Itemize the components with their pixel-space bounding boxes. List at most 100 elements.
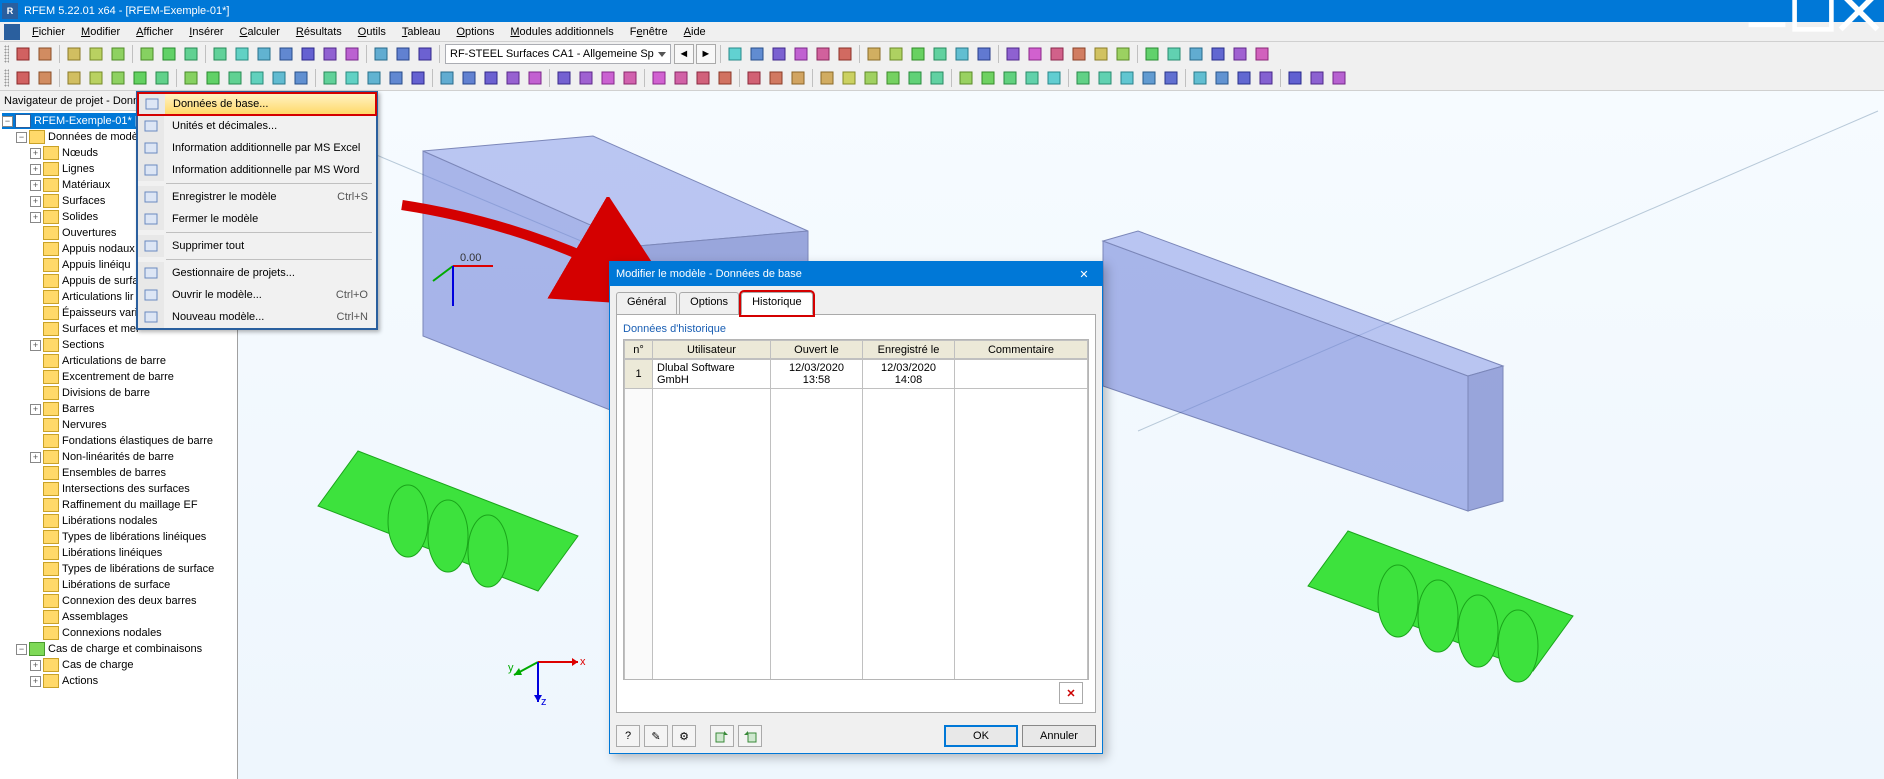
settings-button[interactable]: ⚙ xyxy=(672,725,696,747)
toolbar-button[interactable] xyxy=(1112,43,1134,65)
toolbar-button[interactable] xyxy=(458,67,480,89)
dialog-close-button[interactable]: ✕ xyxy=(1072,264,1096,284)
history-table[interactable]: n° Utilisateur Ouvert le Enregistré le C… xyxy=(623,339,1089,680)
toolbar-button[interactable] xyxy=(297,43,319,65)
tab-options[interactable]: Options xyxy=(679,292,739,314)
toolbar-button[interactable] xyxy=(1072,67,1094,89)
tree-node[interactable]: +Barres xyxy=(2,401,235,417)
edit-button[interactable]: ✎ xyxy=(644,725,668,747)
toolbar-button[interactable] xyxy=(999,67,1021,89)
toolbar-button[interactable] xyxy=(1163,43,1185,65)
export-button[interactable] xyxy=(738,725,762,747)
toolbar-button[interactable] xyxy=(107,43,129,65)
toolbar-button[interactable] xyxy=(1116,67,1138,89)
tree-node[interactable]: +Actions xyxy=(2,673,235,689)
toolbar-button[interactable] xyxy=(1141,43,1163,65)
toolbar-button[interactable] xyxy=(1021,67,1043,89)
toolbar-button[interactable] xyxy=(180,67,202,89)
toolbar-button[interactable] xyxy=(553,67,575,89)
tree-node[interactable]: Raffinement du maillage EF xyxy=(2,497,235,513)
tree-node[interactable]: Types de libérations linéiques xyxy=(2,529,235,545)
tab-general[interactable]: Général xyxy=(616,292,677,314)
menu-modules additionnels[interactable]: Modules additionnels xyxy=(502,24,621,40)
tree-node[interactable]: Libérations linéiques xyxy=(2,545,235,561)
delete-row-button[interactable]: ✕ xyxy=(1059,682,1083,704)
toolbar-button[interactable] xyxy=(575,67,597,89)
toolbar-button[interactable] xyxy=(724,43,746,65)
toolbar-button[interactable] xyxy=(1024,43,1046,65)
col-user[interactable]: Utilisateur xyxy=(653,341,771,359)
import-button[interactable] xyxy=(710,725,734,747)
toolbar-button[interactable] xyxy=(524,67,546,89)
menu-tableau[interactable]: Tableau xyxy=(394,24,449,40)
toolbar-button[interactable] xyxy=(1189,67,1211,89)
dialog-titlebar[interactable]: Modifier le modèle - Données de base ✕ xyxy=(610,262,1102,286)
toolbar-button[interactable] xyxy=(224,67,246,89)
toolbar-button[interactable] xyxy=(787,67,809,89)
toolbar-button[interactable] xyxy=(151,67,173,89)
context-menu-item[interactable]: Information additionnelle par MS Excel xyxy=(138,137,376,159)
context-menu-item[interactable]: Nouveau modèle...Ctrl+N xyxy=(138,306,376,328)
cancel-button[interactable]: Annuler xyxy=(1022,725,1096,747)
toolbar-button[interactable] xyxy=(63,67,85,89)
toolbar-button[interactable] xyxy=(1094,67,1116,89)
context-menu-item[interactable]: Enregistrer le modèleCtrl+S xyxy=(138,186,376,208)
toolbar-button[interactable] xyxy=(370,43,392,65)
toolbar-button[interactable] xyxy=(290,67,312,89)
toolbar-button[interactable] xyxy=(955,67,977,89)
toolbar-button[interactable] xyxy=(648,67,670,89)
tree-node[interactable]: Connexion des deux barres xyxy=(2,593,235,609)
context-menu-item[interactable]: Unités et décimales... xyxy=(138,115,376,137)
toolbar-button[interactable] xyxy=(834,43,856,65)
toolbar-button[interactable] xyxy=(860,67,882,89)
context-menu-item[interactable]: Données de base... xyxy=(138,93,376,115)
toolbar-button[interactable] xyxy=(1306,67,1328,89)
toolbar-button[interactable] xyxy=(907,43,929,65)
tree-node[interactable]: Divisions de barre xyxy=(2,385,235,401)
toolbar-button[interactable] xyxy=(502,67,524,89)
menu-insérer[interactable]: Insérer xyxy=(181,24,231,40)
toolbar-button[interactable] xyxy=(619,67,641,89)
close-button[interactable] xyxy=(1836,0,1882,22)
toolbar-button[interactable] xyxy=(34,67,56,89)
table-row[interactable]: 1 Dlubal Software GmbH 12/03/2020 13:58 … xyxy=(625,360,1088,389)
toolbar-button[interactable] xyxy=(929,43,951,65)
toolbar-button[interactable] xyxy=(319,67,341,89)
menu-fenêtre[interactable]: Fenêtre xyxy=(622,24,676,40)
tree-node[interactable]: Libérations nodales xyxy=(2,513,235,529)
toolbar-button[interactable] xyxy=(746,43,768,65)
toolbar-button[interactable] xyxy=(136,43,158,65)
toolbar-button[interactable] xyxy=(768,43,790,65)
toolbar-button[interactable] xyxy=(597,67,619,89)
toolbar-button[interactable] xyxy=(246,67,268,89)
toolbar-button[interactable] xyxy=(319,43,341,65)
toolbar-button[interactable] xyxy=(1229,43,1251,65)
prev-button[interactable]: ◄ xyxy=(674,44,694,64)
toolbar-button[interactable] xyxy=(714,67,736,89)
tree-node[interactable]: Articulations de barre xyxy=(2,353,235,369)
help-button[interactable]: ? xyxy=(616,725,640,747)
toolbar-button[interactable] xyxy=(363,67,385,89)
tree-node[interactable]: Connexions nodales xyxy=(2,625,235,641)
toolbar-button[interactable] xyxy=(34,43,56,65)
toolbar-button[interactable] xyxy=(1185,43,1207,65)
tree-node[interactable]: Assemblages xyxy=(2,609,235,625)
tree-node[interactable]: Intersections des surfaces xyxy=(2,481,235,497)
toolbar-button[interactable] xyxy=(863,43,885,65)
toolbar-button[interactable] xyxy=(1138,67,1160,89)
toolbar-button[interactable] xyxy=(951,43,973,65)
toolbar-button[interactable] xyxy=(670,67,692,89)
context-menu-item[interactable]: Ouvrir le modèle...Ctrl+O xyxy=(138,284,376,306)
col-n[interactable]: n° xyxy=(625,341,653,359)
toolbar-button[interactable] xyxy=(904,67,926,89)
toolbar-button[interactable] xyxy=(268,67,290,89)
tree-node[interactable]: Excentrement de barre xyxy=(2,369,235,385)
toolbar-button[interactable] xyxy=(790,43,812,65)
toolbar-button[interactable] xyxy=(1090,43,1112,65)
toolbar-button[interactable] xyxy=(977,67,999,89)
tree-node[interactable]: Nervures xyxy=(2,417,235,433)
tree-node[interactable]: +Cas de charge xyxy=(2,657,235,673)
toolbar-button[interactable] xyxy=(385,67,407,89)
toolbar-button[interactable] xyxy=(973,43,995,65)
tree-node[interactable]: Libérations de surface xyxy=(2,577,235,593)
